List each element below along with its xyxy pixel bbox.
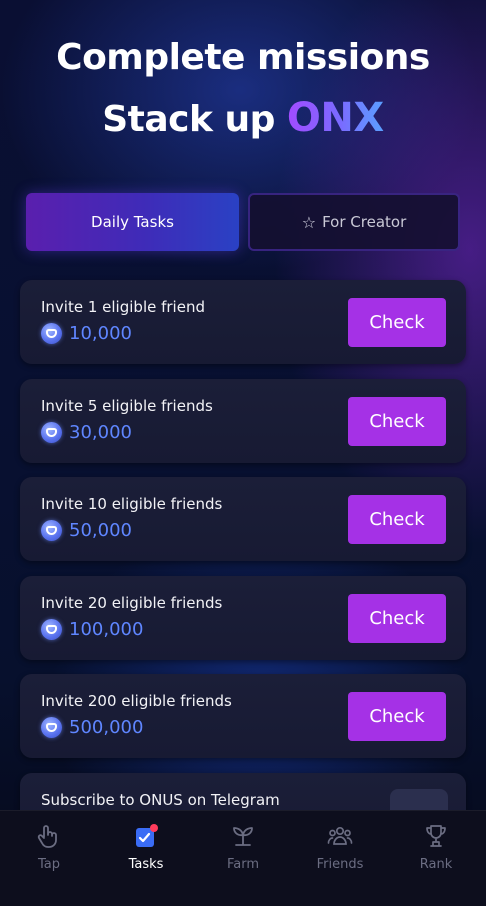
check-button[interactable]: Check	[348, 495, 446, 544]
task-card: Invite 5 eligible friends 30,000 Check	[20, 379, 466, 463]
nav-item-friends[interactable]: Friends	[305, 823, 375, 887]
task-card: Invite 1 eligible friend 10,000 Check	[20, 280, 466, 364]
reward-amount: 100,000	[69, 619, 144, 640]
nav-label-tap: Tap	[37, 857, 60, 872]
nav-label-rank: Rank	[419, 857, 453, 872]
nav-item-farm[interactable]: Farm	[208, 823, 278, 887]
check-button[interactable]: Check	[348, 594, 446, 643]
nav-item-tasks[interactable]: Tasks	[111, 823, 181, 887]
nav-label-tasks: Tasks	[128, 857, 164, 872]
tab-for-creator[interactable]: ☆ For Creator	[248, 193, 460, 251]
tab-daily-tasks[interactable]: Daily Tasks	[26, 193, 239, 251]
friends-icon	[327, 826, 353, 845]
nav-item-rank[interactable]: Rank	[401, 823, 471, 887]
hero-heading: Complete missions Stack up ONX	[0, 30, 486, 152]
hero-subtitle: Stack up ONX	[0, 86, 486, 152]
reward-amount: 50,000	[69, 520, 132, 541]
check-button[interactable]: Check	[348, 397, 446, 446]
reward-amount: 30,000	[69, 422, 132, 443]
tab-for-creator-label: For Creator	[322, 213, 407, 231]
tasks-icon	[136, 824, 158, 847]
check-button[interactable]: Check	[348, 298, 446, 347]
onx-coin-icon	[41, 520, 62, 541]
task-title: Invite 1 eligible friend	[41, 298, 205, 316]
onx-coin-icon	[41, 422, 62, 443]
task-title: Invite 5 eligible friends	[41, 397, 213, 415]
task-card: Invite 20 eligible friends 100,000 Check	[20, 576, 466, 660]
bottom-navigation: Tap Tasks Farm Friends Rank	[0, 810, 486, 906]
tab-daily-tasks-label: Daily Tasks	[91, 213, 174, 231]
star-icon: ☆	[301, 212, 317, 232]
task-title: Invite 200 eligible friends	[41, 692, 232, 710]
task-tabs: Daily Tasks ☆ For Creator	[26, 193, 460, 251]
onx-coin-icon	[41, 619, 62, 640]
trophy-icon	[426, 825, 446, 847]
task-card: Invite 10 eligible friends 50,000 Check	[20, 477, 466, 561]
task-reward: 30,000	[41, 422, 132, 443]
task-reward: 100,000	[41, 619, 143, 640]
task-reward: 500,000	[41, 717, 143, 738]
farm-sprout-icon	[233, 827, 253, 846]
task-reward: 10,000	[41, 323, 132, 344]
task-title: Invite 20 eligible friends	[41, 594, 223, 612]
task-reward: 50,000	[41, 520, 132, 541]
task-title: Subscribe to ONUS on Telegram	[41, 791, 280, 809]
hero-subtitle-prefix: Stack up	[102, 99, 287, 140]
check-button[interactable]: Check	[348, 692, 446, 741]
nav-label-farm: Farm	[226, 857, 260, 872]
task-card: Invite 200 eligible friends 500,000 Chec…	[20, 674, 466, 758]
onx-coin-icon	[41, 717, 62, 738]
nav-item-tap[interactable]: Tap	[14, 823, 84, 887]
task-title: Invite 10 eligible friends	[41, 495, 223, 513]
nav-label-friends: Friends	[316, 857, 364, 872]
reward-amount: 500,000	[69, 717, 144, 738]
hero-token-name: ONX	[286, 95, 384, 141]
tasks-screen: Complete missions Stack up ONX Daily Tas…	[0, 0, 486, 906]
onx-coin-icon	[41, 323, 62, 344]
tap-hand-icon	[37, 825, 57, 848]
hero-title: Complete missions	[56, 37, 430, 78]
reward-amount: 10,000	[69, 323, 132, 344]
